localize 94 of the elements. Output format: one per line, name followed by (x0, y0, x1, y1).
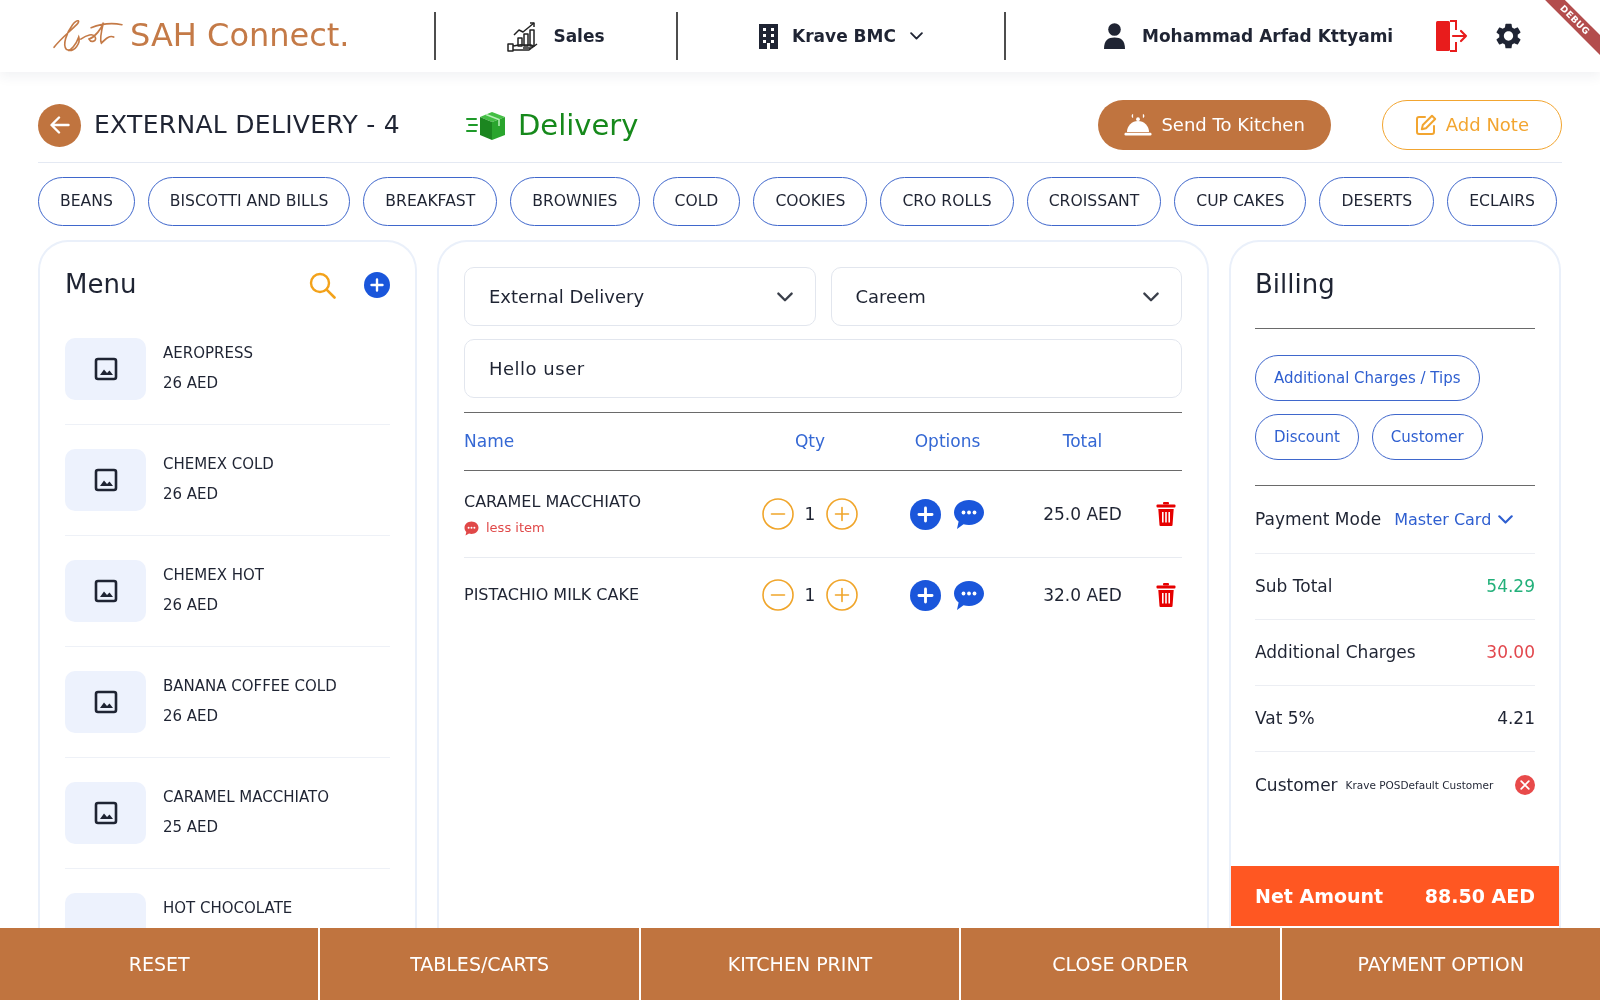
column-header: Qty (793, 431, 827, 452)
summary-value: 4.21 (1497, 708, 1535, 729)
chat-bubble-icon[interactable] (953, 498, 985, 530)
partner-dropdown[interactable]: Careem (830, 267, 1182, 326)
settings-icon[interactable] (1496, 23, 1522, 49)
payment-mode-label: Payment Mode (1255, 509, 1382, 530)
branch-dropdown[interactable]: Krave BMC (757, 19, 925, 53)
order-type-label: Delivery (518, 107, 639, 143)
line-total: 25.0 AED (1043, 503, 1122, 525)
back-button[interactable] (38, 103, 81, 147)
item-name: HOT CHOCOLATE (163, 898, 293, 918)
panel-title: Billing (1255, 269, 1335, 301)
note-field[interactable]: Hello user (464, 339, 1182, 398)
send-to-kitchen-button[interactable]: Send To Kitchen (1098, 100, 1331, 150)
sales-link[interactable]: Sales (505, 16, 607, 56)
item-price: 26 AED (163, 595, 220, 615)
trash-icon[interactable] (1156, 583, 1176, 607)
user-icon (1104, 23, 1125, 49)
item-name: BANANA COFFEE COLD (163, 676, 337, 696)
column-header: Name (464, 431, 516, 452)
image-icon (93, 357, 118, 381)
quantity-value: 1 (804, 584, 816, 606)
summary-label: Vat 5% (1255, 708, 1315, 729)
image-icon (93, 801, 118, 825)
chat-bubble-icon[interactable] (953, 579, 985, 611)
line-total: 32.0 AED (1043, 584, 1122, 606)
order-title: EXTERNAL DELIVERY - 4 (94, 110, 400, 140)
edit-icon (1414, 114, 1437, 136)
column-header: Options (913, 431, 982, 452)
comment-icon (464, 520, 479, 536)
summary-value: 54.29 (1486, 576, 1535, 597)
item-price: 26 AED (163, 373, 220, 393)
signature-icon (52, 18, 124, 54)
user-name: Mohammad Arfad Kttyami (1142, 25, 1394, 47)
customer-label: Customer (1255, 774, 1338, 796)
item-price: 26 AED (163, 484, 220, 504)
category-button[interactable]: CRO ROLLS (880, 177, 1014, 226)
customer-name: Krave POSDefault Customer (1345, 778, 1494, 792)
footer-button[interactable]: KITCHEN PRINT (640, 928, 960, 1000)
category-button[interactable]: BEANS (38, 177, 135, 226)
category-button[interactable]: DESERTS (1319, 177, 1435, 226)
arrow-left-icon (49, 116, 70, 134)
footer-button[interactable]: PAYMENT OPTION (1281, 928, 1600, 1000)
item-note: less item (486, 520, 545, 536)
quantity-value: 1 (804, 503, 816, 525)
billing-option-button[interactable]: Customer (1371, 414, 1483, 460)
cloche-icon (1124, 114, 1153, 136)
category-button[interactable]: BROWNIES (510, 177, 640, 226)
item-name: CARAMEL MACCHIATO (464, 492, 642, 512)
chevron-down-icon (909, 32, 923, 40)
chevron-down-icon (1498, 515, 1514, 524)
image-icon (93, 690, 118, 714)
category-button[interactable]: CUP CAKES (1174, 177, 1307, 226)
logo-text: SAH Connect. (130, 18, 350, 54)
category-button[interactable]: COOKIES (753, 177, 868, 226)
net-amount-value: 88.50 AED (1424, 884, 1535, 908)
summary-label: Sub Total (1255, 576, 1333, 597)
building-icon (759, 23, 779, 49)
chevron-down-icon (776, 291, 793, 302)
category-button[interactable]: CROISSANT (1026, 177, 1162, 226)
category-button[interactable]: BREAKFAST (363, 177, 498, 226)
billing-option-button[interactable]: Discount (1255, 414, 1359, 460)
item-name: AEROPRESS (163, 343, 253, 363)
item-name: CHEMEX COLD (163, 454, 274, 474)
add-option-icon[interactable] (910, 579, 941, 611)
column-header: Total (1061, 431, 1104, 452)
category-button[interactable]: BISCOTTI AND BILLS (147, 177, 351, 226)
item-name: CARAMEL MACCHIATO (163, 787, 329, 807)
summary-label: Additional Charges (1255, 642, 1416, 663)
package-icon (466, 109, 506, 141)
item-price: 25 AED (163, 817, 220, 837)
growth-chart-icon (507, 20, 540, 52)
image-icon (93, 579, 118, 603)
net-amount-label: Net Amount (1255, 884, 1384, 908)
footer-button[interactable]: CLOSE ORDER (961, 928, 1280, 1000)
item-name: PISTACHIO MILK CAKE (464, 585, 640, 605)
trash-icon[interactable] (1156, 502, 1176, 526)
close-icon[interactable] (1515, 775, 1535, 795)
footer-button[interactable]: TABLES/CARTS (320, 928, 639, 1000)
billing-option-button[interactable]: Additional Charges / Tips (1255, 355, 1480, 401)
summary-value: 30.00 (1486, 642, 1535, 663)
category-button[interactable]: COLD (652, 177, 741, 226)
add-icon[interactable] (364, 272, 390, 298)
logout-icon[interactable] (1434, 19, 1469, 53)
item-price: 26 AED (163, 706, 220, 726)
image-icon (93, 468, 118, 492)
footer-button[interactable]: RESET (0, 928, 319, 1000)
payment-mode-dropdown[interactable]: Master Card (1394, 509, 1514, 530)
chevron-down-icon (1143, 291, 1159, 302)
panel-title: Menu (65, 269, 137, 301)
order-type-dropdown[interactable]: External Delivery (464, 267, 816, 326)
category-button[interactable]: ECLAIRS (1447, 177, 1558, 226)
item-name: CHEMEX HOT (163, 565, 264, 585)
add-option-icon[interactable] (910, 498, 941, 530)
